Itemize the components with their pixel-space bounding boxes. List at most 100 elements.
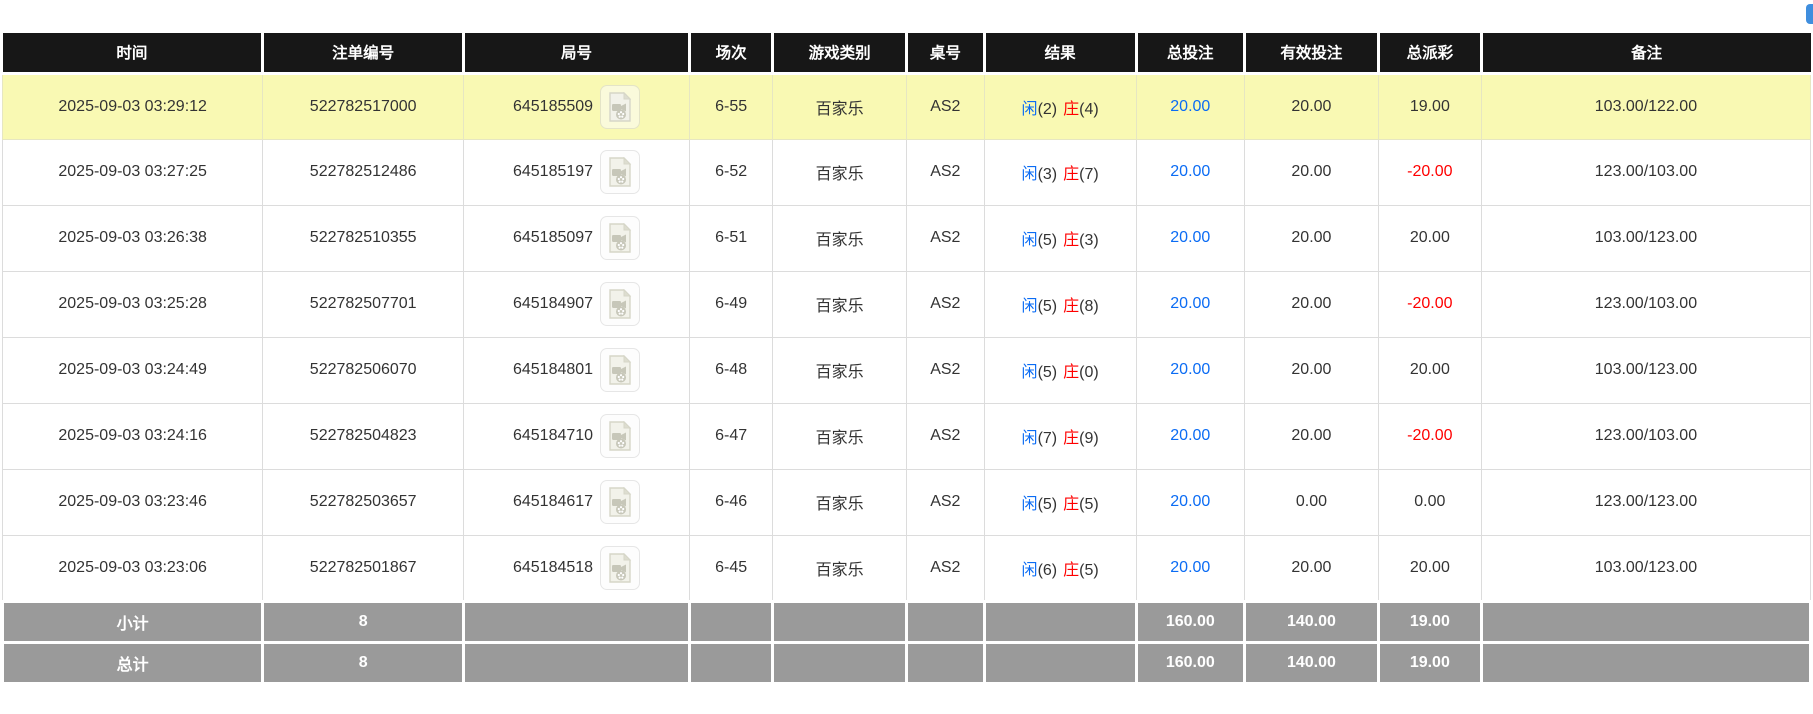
result-banker-label: 庄: [1063, 298, 1079, 315]
cell-remark: 103.00/123.00: [1481, 205, 1810, 271]
video-replay-button[interactable]: [600, 282, 640, 326]
column-header-round_id: 局号: [464, 33, 690, 73]
cell-session: 6-45: [690, 535, 773, 601]
cell-valid-bet: 20.00: [1245, 271, 1379, 337]
cell-time: 2025-09-03 03:25:28: [3, 271, 263, 337]
table-row: 2025-09-03 03:25:28 522782507701 6451849…: [3, 271, 1811, 337]
summary-count: 8: [263, 601, 464, 642]
video-file-icon: [607, 289, 633, 319]
summary-total-payout: 19.00: [1378, 642, 1481, 683]
cell-time: 2025-09-03 03:29:12: [3, 73, 263, 139]
video-replay-button[interactable]: [600, 150, 640, 194]
video-file-icon: [607, 421, 633, 451]
cell-table-no: AS2: [906, 337, 984, 403]
result-banker-label: 庄: [1063, 364, 1079, 381]
cell-total-bet[interactable]: 20.00: [1136, 205, 1244, 271]
table-row: 2025-09-03 03:26:38 522782510355 6451850…: [3, 205, 1811, 271]
summary-total-bet: 160.00: [1136, 642, 1244, 683]
result-player-score: (6): [1038, 562, 1058, 579]
cell-result: 闲(5)庄(8): [984, 271, 1136, 337]
cell-time: 2025-09-03 03:24:49: [3, 337, 263, 403]
round-id-value: 645185097: [513, 229, 593, 247]
result-player-score: (5): [1038, 232, 1058, 249]
result-player-label: 闲: [1022, 562, 1038, 579]
result-banker-score: (7): [1079, 166, 1099, 183]
cell-total-bet[interactable]: 20.00: [1136, 271, 1244, 337]
column-header-result: 结果: [984, 33, 1136, 73]
round-id-value: 645184907: [513, 295, 593, 313]
table-row: 2025-09-03 03:24:49 522782506070 6451848…: [3, 337, 1811, 403]
result-banker-label: 庄: [1063, 562, 1079, 579]
summary-empty-cell: [773, 601, 907, 642]
round-id-value: 645184518: [513, 559, 593, 577]
cell-total-bet[interactable]: 20.00: [1136, 139, 1244, 205]
result-player-label: 闲: [1022, 232, 1038, 249]
cell-bet-id: 522782503657: [263, 469, 464, 535]
cell-bet-id: 522782504823: [263, 403, 464, 469]
cell-total-payout: 20.00: [1378, 337, 1481, 403]
column-header-valid_bet: 有效投注: [1245, 33, 1379, 73]
cell-remark: 103.00/123.00: [1481, 535, 1810, 601]
cell-total-bet[interactable]: 20.00: [1136, 469, 1244, 535]
video-file-icon: [607, 355, 633, 385]
column-header-session: 场次: [690, 33, 773, 73]
cell-total-payout: -20.00: [1378, 139, 1481, 205]
round-id-value: 645184801: [513, 361, 593, 379]
column-header-bet_id: 注单编号: [263, 33, 464, 73]
video-file-icon: [607, 92, 633, 122]
cell-valid-bet: 20.00: [1245, 73, 1379, 139]
summary-total-bet: 160.00: [1136, 601, 1244, 642]
summary-empty-cell: [690, 601, 773, 642]
cell-result: 闲(2)庄(4): [984, 73, 1136, 139]
cell-time: 2025-09-03 03:27:25: [3, 139, 263, 205]
result-banker-score: (4): [1079, 101, 1099, 118]
summary-label: 小计: [3, 601, 263, 642]
result-player-label: 闲: [1022, 430, 1038, 447]
cell-bet-id: 522782501867: [263, 535, 464, 601]
cell-game-type: 百家乐: [773, 403, 907, 469]
cell-game-type: 百家乐: [773, 535, 907, 601]
video-replay-button[interactable]: [600, 546, 640, 590]
summary-empty-cell: [906, 642, 984, 683]
cell-total-bet[interactable]: 20.00: [1136, 337, 1244, 403]
cell-round-id: 645184710: [464, 403, 690, 469]
table-row: 2025-09-03 03:23:06 522782501867 6451845…: [3, 535, 1811, 601]
cell-total-payout: -20.00: [1378, 403, 1481, 469]
cell-time: 2025-09-03 03:23:06: [3, 535, 263, 601]
cell-round-id: 645185509: [464, 73, 690, 139]
cell-result: 闲(6)庄(5): [984, 535, 1136, 601]
result-banker-label: 庄: [1063, 166, 1079, 183]
video-replay-button[interactable]: [600, 85, 640, 129]
result-player-label: 闲: [1022, 101, 1038, 118]
cell-total-payout: 0.00: [1378, 469, 1481, 535]
cell-round-id: 645184518: [464, 535, 690, 601]
column-header-time: 时间: [3, 33, 263, 73]
cell-total-bet[interactable]: 20.00: [1136, 535, 1244, 601]
result-player-score: (5): [1038, 364, 1058, 381]
cell-total-payout: 19.00: [1378, 73, 1481, 139]
video-file-icon: [607, 157, 633, 187]
summary-empty-cell: [690, 642, 773, 683]
round-id-value: 645185509: [513, 98, 593, 116]
summary-empty-cell: [906, 601, 984, 642]
cell-remark: 103.00/122.00: [1481, 73, 1810, 139]
video-replay-button[interactable]: [600, 414, 640, 458]
video-replay-button[interactable]: [600, 348, 640, 392]
cell-total-bet[interactable]: 20.00: [1136, 403, 1244, 469]
video-replay-button[interactable]: [600, 216, 640, 260]
result-banker-label: 庄: [1063, 101, 1079, 118]
cell-game-type: 百家乐: [773, 139, 907, 205]
video-file-icon: [607, 553, 633, 583]
cell-total-bet[interactable]: 20.00: [1136, 73, 1244, 139]
column-header-remark: 备注: [1481, 33, 1810, 73]
cell-bet-id: 522782510355: [263, 205, 464, 271]
cell-valid-bet: 20.00: [1245, 403, 1379, 469]
bet-records-table-container: 时间注单编号局号场次游戏类别桌号结果总投注有效投注总派彩备注 2025-09-0…: [1, 33, 1812, 685]
result-player-score: (5): [1038, 496, 1058, 513]
cell-total-payout: -20.00: [1378, 271, 1481, 337]
video-replay-button[interactable]: [600, 480, 640, 524]
bet-records-table: 时间注单编号局号场次游戏类别桌号结果总投注有效投注总派彩备注 2025-09-0…: [1, 33, 1812, 685]
result-player-label: 闲: [1022, 298, 1038, 315]
video-file-icon: [607, 223, 633, 253]
cell-bet-id: 522782506070: [263, 337, 464, 403]
